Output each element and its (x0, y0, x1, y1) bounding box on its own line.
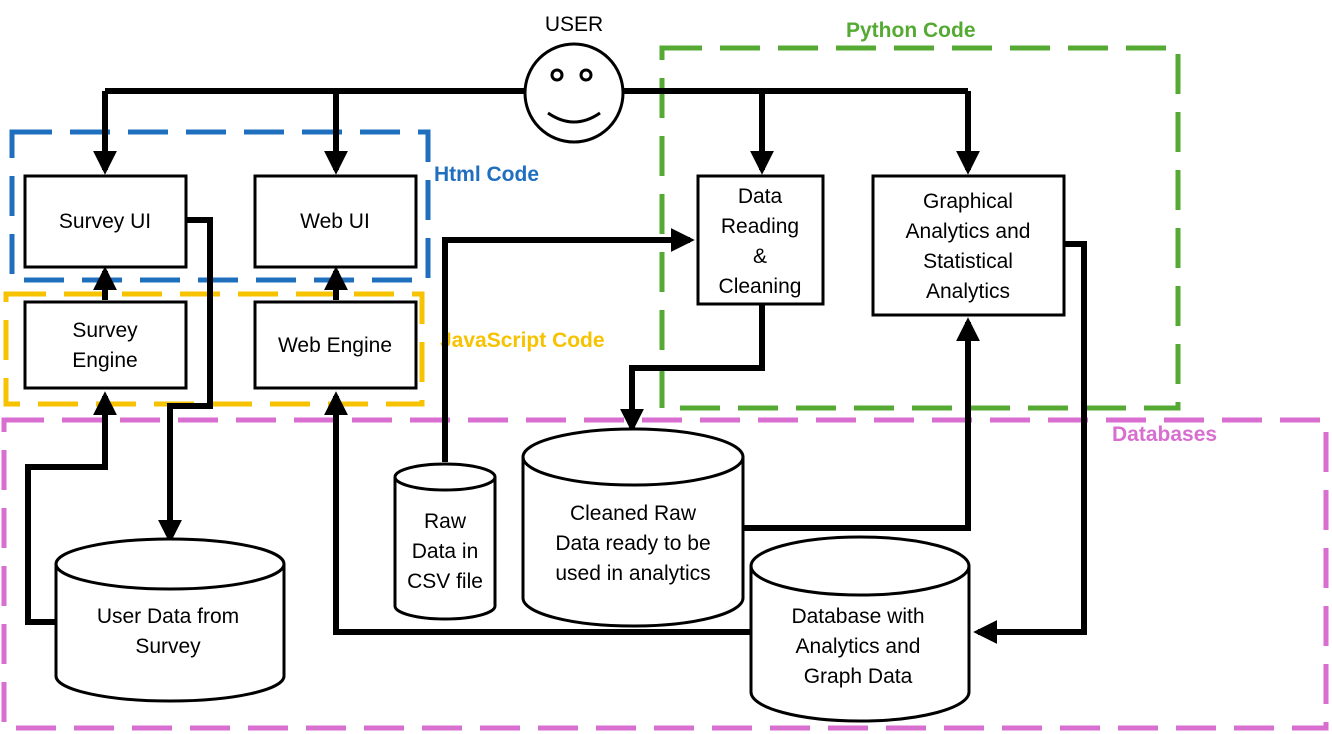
web-engine-line: Web Engine (278, 334, 392, 357)
analytics-db-line: Database with (791, 605, 924, 628)
cleaned-raw-data-text: Cleaned Raw Data ready to be used in analy… (555, 502, 710, 585)
graphical-analytics-line: Statistical (923, 250, 1013, 273)
databases-label: Databases (1112, 423, 1217, 446)
data-reading-line: & (753, 245, 767, 268)
cleaned-raw-data-line: Data ready to be (555, 532, 710, 555)
analytics-db-line: Graph Data (804, 665, 913, 688)
survey-engine-line: Survey (72, 319, 138, 342)
smiley-face-icon (523, 42, 625, 144)
user-data-line: Survey (135, 635, 201, 658)
html-code-label: Html Code (434, 163, 539, 186)
web-engine-box: Web Engine (253, 300, 418, 390)
analytics-db: Database with Analytics and Graph Data (749, 535, 971, 723)
survey-ui-line: Survey UI (59, 210, 151, 233)
data-reading-line: Reading (721, 215, 799, 238)
web-engine-text: Web Engine (278, 334, 392, 357)
javascript-code-label: JavaScript Code (440, 329, 605, 352)
user-data-db: User Data from Survey (54, 537, 286, 703)
graphical-analytics-box: Graphical Analytics and Statistical Analyti… (871, 174, 1066, 317)
graphical-analytics-line: Analytics (926, 280, 1010, 303)
user-node: USER (523, 13, 625, 144)
web-ui-box: Web UI (253, 174, 418, 269)
survey-engine-box: Survey Engine (23, 300, 188, 390)
edge-cleaned-data-to-graphical-analytics (742, 317, 980, 531)
analytics-db-line: Analytics and (796, 635, 921, 658)
cleaned-raw-data-line: Cleaned Raw (570, 502, 697, 525)
survey-ui-text: Survey UI (59, 210, 151, 233)
raw-data-line: Raw (424, 510, 467, 533)
web-ui-text: Web UI (300, 210, 370, 233)
analytics-db-text: Database with Analytics and Graph Data (791, 605, 924, 688)
cleaned-raw-data-line: used in analytics (555, 562, 710, 585)
survey-engine-line: Engine (72, 349, 137, 372)
data-reading-line: Data (738, 185, 783, 208)
survey-ui-box: Survey UI (23, 174, 188, 269)
graphical-analytics-line: Analytics and (906, 220, 1031, 243)
python-code-label: Python Code (846, 19, 976, 42)
raw-data-line: Data in (412, 540, 479, 563)
web-ui-line: Web UI (300, 210, 370, 233)
raw-data-db: Raw Data in CSV file (393, 462, 497, 621)
data-reading-line: Cleaning (719, 275, 802, 298)
user-label: USER (545, 13, 603, 36)
architecture-diagram: Html Code JavaScript Code Python Code Da… (1, 13, 1329, 731)
cleaned-raw-data-db: Cleaned Raw Data ready to be used in analy… (521, 427, 745, 628)
user-data-line: User Data from (97, 605, 239, 628)
raw-data-line: CSV file (407, 570, 483, 593)
graphical-analytics-line: Graphical (923, 190, 1013, 213)
data-reading-box: Data Reading & Cleaning (696, 174, 825, 306)
